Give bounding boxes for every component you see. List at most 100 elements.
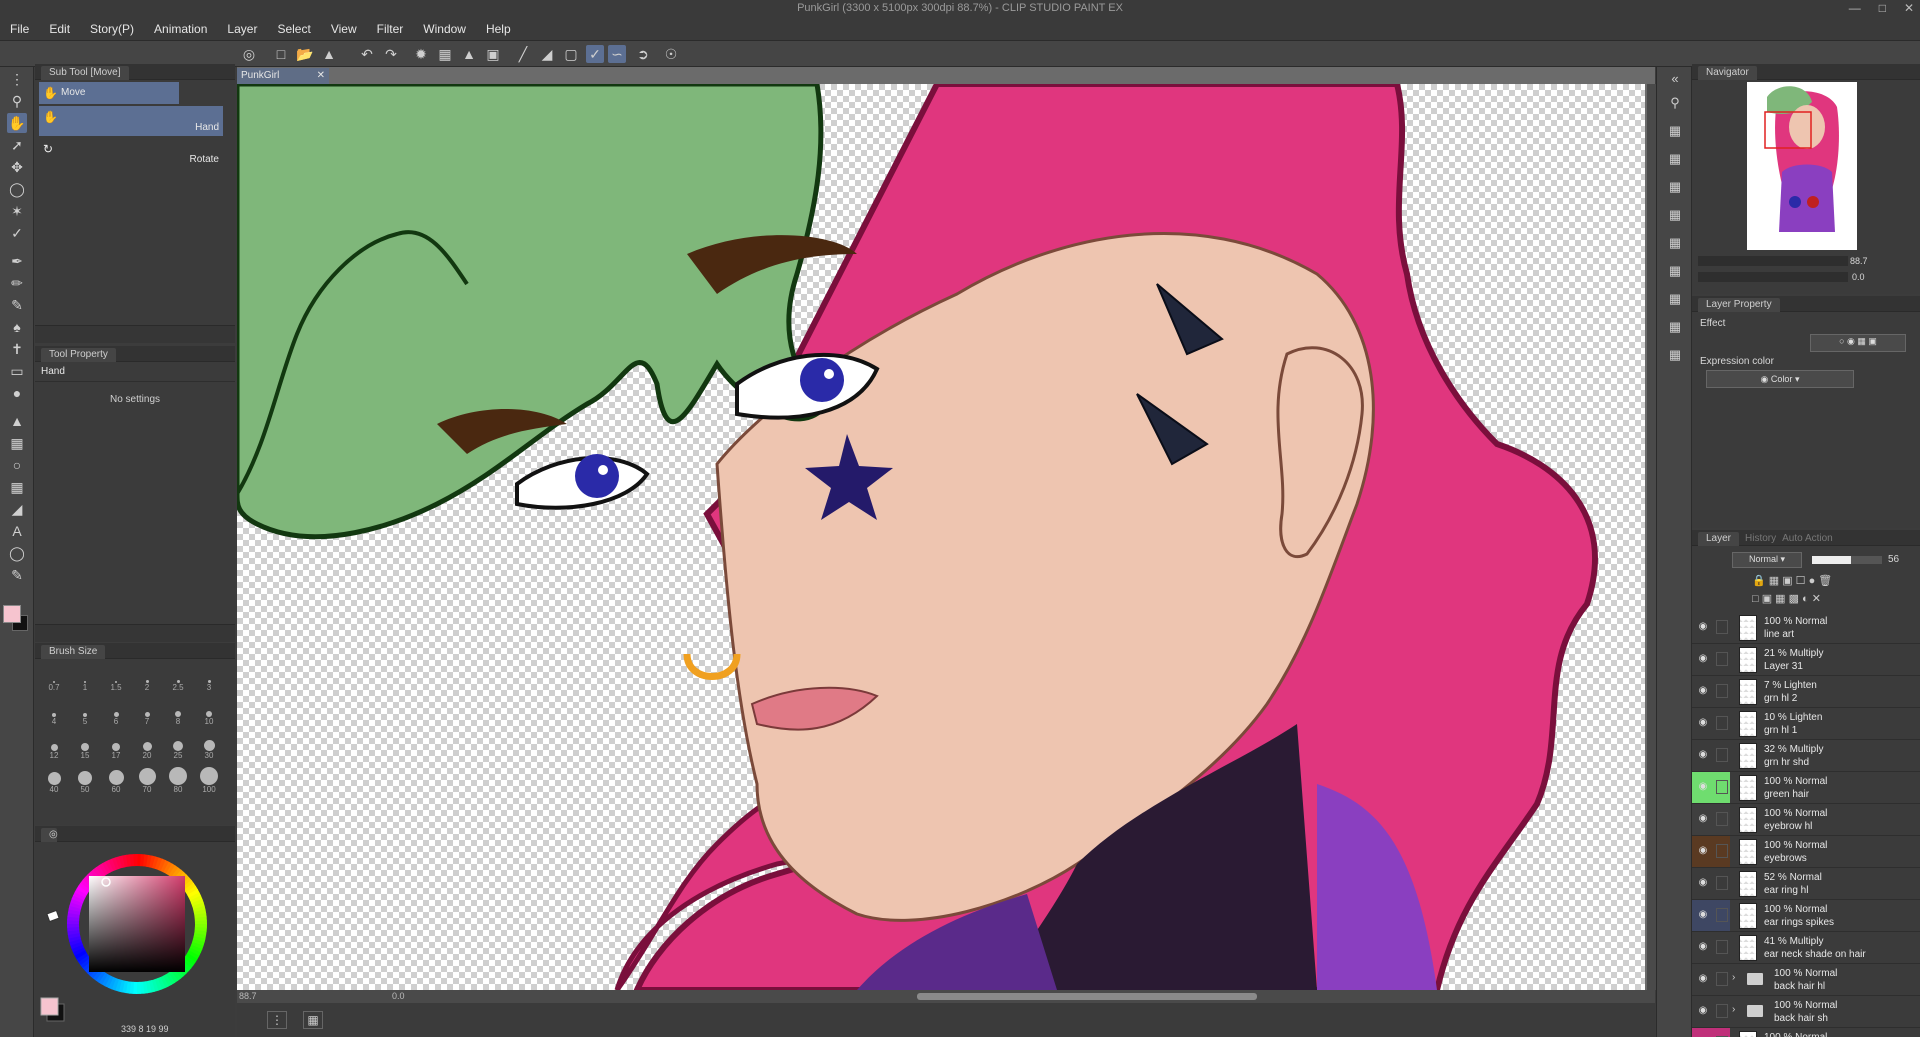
canvas[interactable] [237, 84, 1645, 990]
navigator-preview[interactable] [1747, 82, 1857, 250]
brush-size-cell[interactable]: 25 [163, 733, 193, 760]
brush-size-cell[interactable]: 8 [163, 699, 193, 726]
tool-menu-icon[interactable]: ⋮ [7, 69, 27, 89]
hue-segment[interactable] [133, 854, 138, 867]
redo-icon[interactable]: ↷ [382, 45, 400, 63]
brush-size-cell[interactable]: 70 [132, 767, 162, 794]
layer-row[interactable]: ◉ 100 % Normal green hair [1692, 772, 1920, 804]
subtool-item-rotate[interactable]: ↻ Rotate [39, 138, 223, 168]
brush-size-cell[interactable]: 15 [70, 733, 100, 760]
loading-icon[interactable]: ✹ [412, 45, 430, 63]
layer-row[interactable]: ◉ › 100 % Normal back hair hl [1692, 964, 1920, 996]
figure-tool-icon[interactable]: ○ [7, 455, 27, 475]
maximize-icon[interactable]: □ [1879, 1, 1886, 15]
fill-icon[interactable]: ▲ [460, 45, 478, 63]
eye-icon[interactable]: ◉ [1696, 717, 1710, 729]
snap-special-ruler-icon[interactable]: ∽ [608, 45, 626, 63]
tab-auto-action[interactable]: Auto Action [1782, 533, 1833, 544]
fill-tool-icon[interactable]: ▲ [7, 411, 27, 431]
eye-icon[interactable]: ◉ [1696, 941, 1710, 953]
layer-row[interactable]: ◉ 7 % Lighten grn hl 2 [1692, 676, 1920, 708]
text-tool-icon[interactable]: A [7, 521, 27, 541]
eye-icon[interactable]: ◉ [1696, 813, 1710, 825]
layer-row[interactable]: ◉ 100 % Normal eyebrows [1692, 836, 1920, 868]
brush-size-cell[interactable]: 1.5 [101, 665, 131, 692]
brush-size-cell[interactable]: 80 [163, 767, 193, 794]
horizontal-scrollbar[interactable]: 88.7 0.0 [237, 990, 1655, 1003]
layer-lock-toggle[interactable] [1716, 684, 1728, 698]
eye-icon[interactable]: ◉ [1696, 621, 1710, 633]
layer-row[interactable]: ◉ 10 % Lighten grn hl 1 [1692, 708, 1920, 740]
layer-lock-toggle[interactable] [1716, 652, 1728, 666]
blend-tool-icon[interactable]: ● [7, 383, 27, 403]
tab-history[interactable]: History [1745, 533, 1776, 544]
layer-view-icon[interactable]: ▦ [303, 1011, 323, 1029]
layer-row[interactable]: ◉ 100 % Normal line art [1692, 612, 1920, 644]
new-canvas-icon[interactable]: □ [272, 45, 290, 63]
layer-lock-toggle[interactable] [1716, 716, 1728, 730]
eye-icon[interactable]: ◉ [1696, 685, 1710, 697]
snap-ruler-icon[interactable]: ✓ [586, 45, 604, 63]
layer-lock-toggle[interactable] [1716, 844, 1728, 858]
eye-icon[interactable]: ◉ [1696, 877, 1710, 889]
timeline-icon[interactable]: ⋮ [267, 1011, 287, 1029]
material-icon[interactable]: ▦ [1665, 205, 1685, 225]
save-icon[interactable]: ▲ [320, 45, 338, 63]
effect-buttons[interactable]: ○ ◉ ▦ ▣ [1810, 334, 1906, 352]
layer-row[interactable]: ◉ 100 % Normal ear rings spikes [1692, 900, 1920, 932]
layer-lock-toggle[interactable] [1716, 972, 1728, 986]
layer-lock-toggle[interactable] [1716, 940, 1728, 954]
color-wheel[interactable] [35, 842, 235, 1022]
layer-lock-toggle[interactable] [1716, 1004, 1728, 1018]
color-wheel-tab-icon[interactable]: ◎ [41, 827, 58, 842]
brush-size-cell[interactable]: 0.7 [39, 665, 69, 692]
airbrush-tool-icon[interactable]: ♠ [7, 317, 27, 337]
main-color-swatch[interactable] [3, 605, 21, 623]
invert-selection-icon[interactable]: ◢ [538, 45, 556, 63]
menu-filter[interactable]: Filter [367, 22, 414, 36]
brush-size-cell[interactable]: 3 [194, 665, 224, 692]
opacity-slider[interactable] [1812, 556, 1882, 564]
brush-size-header[interactable]: Brush Size [41, 644, 106, 659]
menu-file[interactable]: File [0, 22, 39, 36]
layer-row[interactable]: ◉ 100 % Normal eyebrow hl [1692, 804, 1920, 836]
layer-lock-toggle[interactable] [1716, 812, 1728, 826]
operation-tool-icon[interactable]: ➚ [7, 135, 27, 155]
brush-size-cell[interactable]: 6 [101, 699, 131, 726]
balloon-tool-icon[interactable]: ◯ [7, 543, 27, 563]
brush-size-cell[interactable]: 100 [194, 767, 224, 794]
menu-select[interactable]: Select [267, 22, 320, 36]
frame-border-tool-icon[interactable]: ▦ [7, 477, 27, 497]
clear-icon[interactable]: ▦ [436, 45, 454, 63]
material-icon[interactable]: ▦ [1665, 261, 1685, 281]
brush-size-cell[interactable]: 5 [70, 699, 100, 726]
brush-size-cell[interactable]: 60 [101, 767, 131, 794]
chevron-right-icon[interactable]: › [1732, 1004, 1735, 1015]
scroll-thumb[interactable] [917, 993, 1257, 1000]
layer-lock-toggle[interactable] [1716, 876, 1728, 890]
navigator-zoom-slider[interactable] [1698, 256, 1848, 266]
hue-segment[interactable] [194, 920, 207, 925]
material-icon[interactable]: ▦ [1665, 121, 1685, 141]
move-layer-tool-icon[interactable]: ✥ [7, 157, 27, 177]
color-wheel-main-swatch[interactable] [40, 997, 59, 1016]
layer-row[interactable]: ◉ › 100 % Normal back hair sh [1692, 996, 1920, 1028]
magic-wand-tool-icon[interactable]: ✶ [7, 201, 27, 221]
open-file-icon[interactable]: 📂 [296, 45, 314, 63]
lasso-tool-icon[interactable]: ◯ [7, 179, 27, 199]
layer-row[interactable]: ◉ 32 % Multiply grn hr shd [1692, 740, 1920, 772]
eraser-tool-icon[interactable]: ▭ [7, 361, 27, 381]
eye-icon[interactable]: ◉ [1696, 973, 1710, 985]
brush-size-cell[interactable]: 20 [132, 733, 162, 760]
brush-tool-icon[interactable]: ✎ [7, 295, 27, 315]
menu-animation[interactable]: Animation [144, 22, 217, 36]
brush-size-cell[interactable]: 12 [39, 733, 69, 760]
brush-size-cell[interactable]: 40 [39, 767, 69, 794]
clip-studio-icon[interactable]: ◎ [240, 45, 258, 63]
eyedropper-tool-icon[interactable]: ✓ [7, 223, 27, 243]
search-icon[interactable]: ⚲ [1665, 93, 1685, 113]
layer-row[interactable]: ◉ 41 % Multiply ear neck shade on hair [1692, 932, 1920, 964]
layer-lock-toggle[interactable] [1716, 748, 1728, 762]
brush-size-cell[interactable]: 4 [39, 699, 69, 726]
brush-size-cell[interactable]: 30 [194, 733, 224, 760]
